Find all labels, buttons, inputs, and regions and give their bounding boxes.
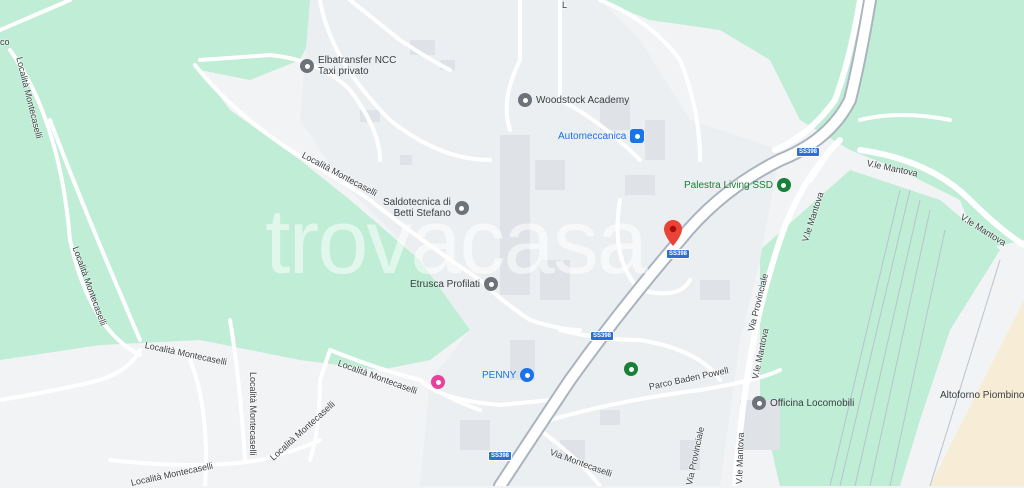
road-shield: SS398 xyxy=(796,147,821,157)
poi-penny[interactable]: PENNY xyxy=(482,368,535,382)
poi-park[interactable] xyxy=(624,362,638,376)
poi-saldotecnica[interactable]: Saldotecnica di Betti Stefano xyxy=(383,197,469,219)
poi-label: Officina Locomobili xyxy=(770,397,855,409)
poi-label: Palestra Living SSD xyxy=(684,179,773,191)
lock-icon xyxy=(630,129,645,143)
street-label: V.le Mantova xyxy=(734,432,746,485)
poi-palestra-living[interactable]: Palestra Living SSD xyxy=(684,178,791,192)
poi-label: Altoforno Piombino xyxy=(940,390,1024,401)
poi-officina-locomobili[interactable]: Officina Locomobili xyxy=(752,396,854,410)
tree-icon xyxy=(624,362,638,376)
poi-label-sub: Taxi privato xyxy=(318,66,369,77)
location-pin-icon[interactable] xyxy=(664,220,682,246)
poi-label: Saldotecnica di xyxy=(383,197,451,208)
poi-label: Woodstock Academy xyxy=(536,94,630,106)
pin-gray-icon xyxy=(484,277,499,291)
dm-store-icon xyxy=(431,375,445,389)
poi-label: Etrusca Profilati xyxy=(410,278,481,290)
road-shield: SS398 xyxy=(590,331,615,341)
poi-label: Elbatransfer NCC xyxy=(318,55,397,66)
poi-label: Automeccanica xyxy=(558,130,627,142)
poi-etrusca-profilati[interactable]: Etrusca Profilati xyxy=(410,277,499,291)
street-label: L xyxy=(562,0,568,10)
road-shield: SS398 xyxy=(488,451,513,461)
poi-altoforno[interactable]: Altoforno Piombino xyxy=(940,390,1024,401)
pin-gray-icon xyxy=(752,396,766,410)
road-shield: SS398 xyxy=(666,249,691,259)
poi-label: PENNY xyxy=(482,369,517,381)
poi-woodstock-academy[interactable]: Woodstock Academy xyxy=(518,93,629,107)
pin-gray-icon xyxy=(454,201,469,215)
pin-gray-icon xyxy=(300,59,314,73)
poi-label-sub: Betti Stefano xyxy=(393,208,451,219)
street-label: co xyxy=(0,37,10,47)
street-label: Località Montecaselli xyxy=(248,372,258,456)
poi-elbatransfer[interactable]: Elbatransfer NCC Taxi privato xyxy=(300,55,396,77)
gym-icon xyxy=(776,178,791,192)
school-icon xyxy=(518,93,532,107)
poi-automeccanica[interactable]: Automeccanica xyxy=(558,129,645,143)
poi-dm-store[interactable] xyxy=(431,375,445,389)
cart-icon xyxy=(520,368,535,382)
